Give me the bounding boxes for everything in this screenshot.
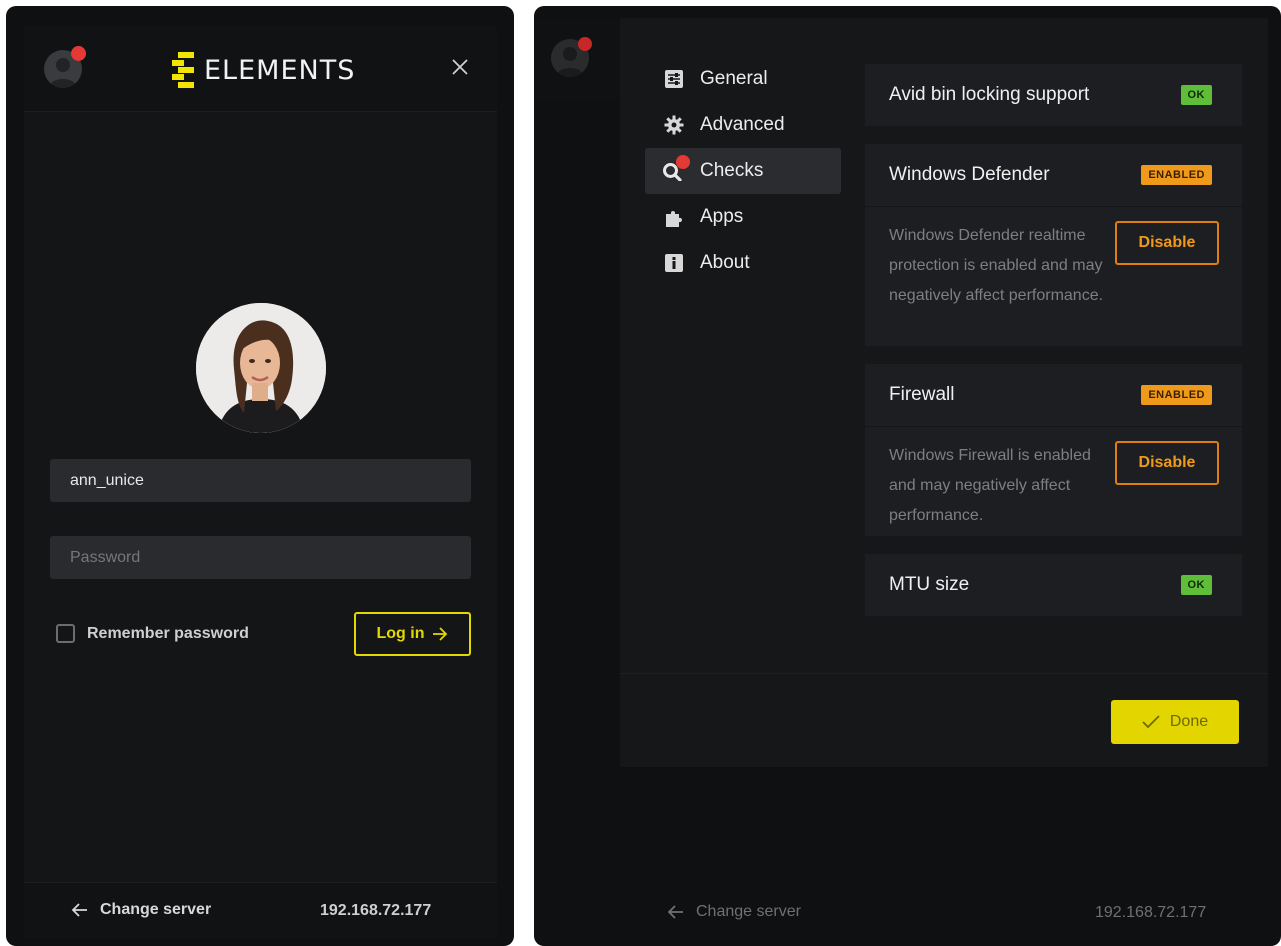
disable-windows-defender-button[interactable]: Disable [1115,221,1219,265]
remember-password[interactable]: Remember password [56,624,249,643]
password-input[interactable] [50,536,471,579]
checks-alert-dot [676,155,690,169]
logo-text: ELEMENTS [204,54,356,86]
check-card-windows-defender: Windows Defender ENABLED Windows Defende… [865,144,1242,346]
check-card-header: Avid bin locking support OK [865,64,1242,126]
checkmark-icon [1142,715,1160,729]
background-server-ip: 192.168.72.177 [1095,904,1207,921]
info-icon [664,253,684,273]
check-title: MTU size [889,574,970,595]
elements-logo: ELEMENTS [172,52,355,88]
check-card-header: Windows Defender ENABLED [865,144,1242,206]
close-icon[interactable] [451,58,469,76]
status-badge: OK [1180,85,1212,105]
username-input[interactable] [50,459,471,502]
check-card-firewall: Firewall ENABLED Windows Firewall is ena… [865,364,1242,536]
done-button-label: Done [1169,713,1209,730]
change-server-label: Change server [696,903,801,920]
login-panel: ELEMENTS ann_unice Remember password Log… [24,26,497,938]
check-card-body: Windows Defender realtime protection is … [865,206,1242,325]
login-footer: Change server 192.168.72.177 [24,882,497,938]
nav-item-label: About [700,252,750,273]
check-card-mtu: MTU size OK [865,554,1242,616]
background-header [534,18,620,100]
logo-mark-icon [172,52,196,88]
login-button-label: Log in [376,625,425,642]
arrow-left-icon [667,905,683,919]
nav-item-label: Apps [700,206,744,227]
change-server-link[interactable]: Change server [70,901,211,919]
login-button[interactable]: Log in [354,612,471,656]
check-card-header: MTU size OK [865,554,1242,616]
nav-item-checks[interactable]: Checks [645,148,841,194]
puzzle-icon [664,207,684,227]
check-title: Windows Defender [889,164,1050,185]
nav-item-about[interactable]: About [645,240,841,286]
check-card-avid: Avid bin locking support OK [865,64,1242,126]
login-header: ELEMENTS [24,26,497,112]
check-card-header: Firewall ENABLED [865,364,1242,426]
dialog-footer: Done [620,673,1268,767]
remember-password-label: Remember password [87,624,249,642]
nav-item-label: General [700,68,768,89]
settings-dialog: General Advanced Checks Apps About Avid … [620,18,1268,767]
background-notification-dot [578,37,592,51]
arrow-left-icon [71,903,87,917]
check-description: Windows Firewall is enabled and may nega… [889,447,1091,524]
arrow-right-icon [433,627,448,641]
disable-firewall-button[interactable]: Disable [1115,441,1219,485]
settings-window: General Advanced Checks Apps About Avid … [534,6,1281,946]
gear-icon [664,115,684,135]
check-title: Avid bin locking support [889,84,1090,105]
background-change-server-link: Change server [666,903,801,921]
remember-password-checkbox[interactable] [56,624,75,643]
change-server-label: Change server [100,901,212,918]
nav-item-advanced[interactable]: Advanced [645,102,841,148]
notification-dot [71,46,86,61]
status-badge: OK [1180,575,1212,595]
nav-item-label: Advanced [700,114,785,135]
check-description: Windows Defender realtime protection is … [889,227,1104,304]
status-badge: ENABLED [1141,385,1212,405]
server-ip: 192.168.72.177 [320,902,432,919]
sliders-icon [664,69,684,89]
nav-item-label: Checks [700,160,764,181]
settings-nav: General Advanced Checks Apps About [645,56,841,286]
check-card-body: Windows Firewall is enabled and may nega… [865,426,1242,545]
search-icon [663,155,690,181]
login-window: ELEMENTS ann_unice Remember password Log… [6,6,514,946]
check-title: Firewall [889,384,955,405]
done-button[interactable]: Done [1111,700,1239,744]
status-badge: ENABLED [1141,165,1212,185]
profile-photo [196,303,326,433]
nav-item-apps[interactable]: Apps [645,194,841,240]
nav-item-general[interactable]: General [645,56,841,102]
